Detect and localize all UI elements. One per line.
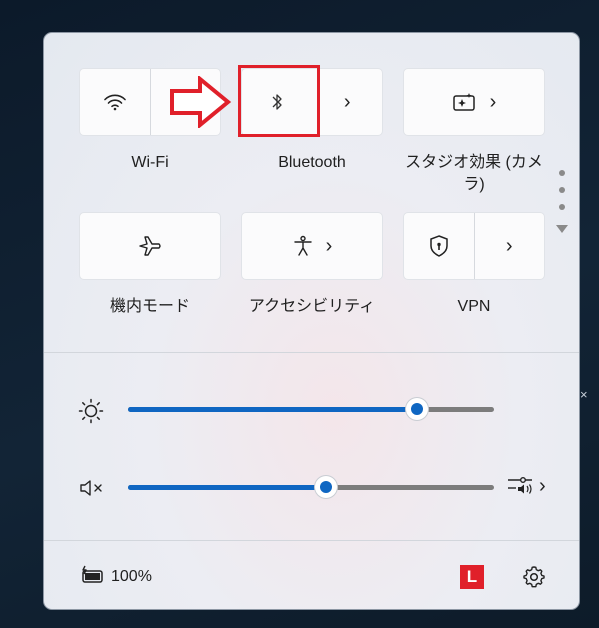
audio-output-icon: [508, 477, 532, 494]
wifi-label: Wi-Fi: [131, 154, 169, 171]
studio-effects-icon: [452, 93, 475, 111]
chevron-right-icon: ›: [343, 91, 351, 113]
brightness-slider-fill: [128, 407, 417, 412]
accessibility-tile[interactable]: ›: [241, 212, 383, 280]
wifi-toggle[interactable]: [80, 69, 150, 135]
chevron-right-icon: ›: [505, 235, 513, 257]
battery-charging-icon: [82, 565, 103, 583]
caret-down-icon[interactable]: [556, 224, 568, 234]
gear-icon[interactable]: [522, 565, 546, 589]
page-indicator[interactable]: [556, 170, 568, 239]
quick-settings-panel: › › › Wi-Fi Bluetooth スタジオ効果 (カメラ): [43, 32, 580, 610]
speaker-muted-icon: [80, 480, 102, 496]
brightness-slider[interactable]: [128, 398, 494, 420]
airplane-icon: [139, 236, 161, 256]
section-divider: [44, 352, 579, 353]
brightness-icon: [78, 398, 104, 424]
page-dot: [559, 204, 565, 210]
vpn-tile: ›: [403, 212, 545, 280]
arrow-annotation-icon: [170, 76, 232, 128]
audio-output-button[interactable]: ›: [507, 475, 546, 497]
highlight-box: [238, 65, 320, 137]
accessibility-icon: [293, 235, 312, 256]
app-badge[interactable]: L: [460, 565, 484, 589]
volume-slider-thumb[interactable]: [315, 476, 337, 498]
chevron-right-icon: ›: [489, 91, 497, 113]
studio-effects-label: スタジオ効果 (カメラ): [405, 154, 543, 193]
page-dot: [559, 170, 565, 176]
airplane-mode-label: 機内モード: [109, 298, 190, 315]
wifi-icon: [103, 94, 126, 111]
bluetooth-label: Bluetooth: [278, 154, 346, 171]
brightness-slider-thumb[interactable]: [406, 398, 428, 420]
volume-slider-fill: [128, 485, 326, 490]
airplane-mode-tile[interactable]: [79, 212, 221, 280]
bluetooth-expand-button[interactable]: ›: [313, 69, 383, 135]
app-badge-letter: L: [466, 567, 478, 586]
page-dot: [559, 187, 565, 193]
vpn-expand-button[interactable]: ›: [475, 213, 545, 279]
footer-divider: [44, 540, 579, 541]
vpn-label: VPN: [457, 298, 491, 315]
vpn-toggle[interactable]: [404, 213, 474, 279]
chevron-right-icon: ›: [539, 475, 546, 497]
studio-effects-tile[interactable]: ›: [403, 68, 545, 136]
accessibility-label: アクセシビリティ: [248, 298, 376, 315]
chevron-right-icon: ›: [325, 235, 333, 257]
shield-icon: [430, 235, 448, 257]
battery-percentage[interactable]: 100%: [111, 568, 152, 586]
volume-slider[interactable]: [128, 476, 494, 498]
background-close-icon: ×: [580, 387, 588, 402]
